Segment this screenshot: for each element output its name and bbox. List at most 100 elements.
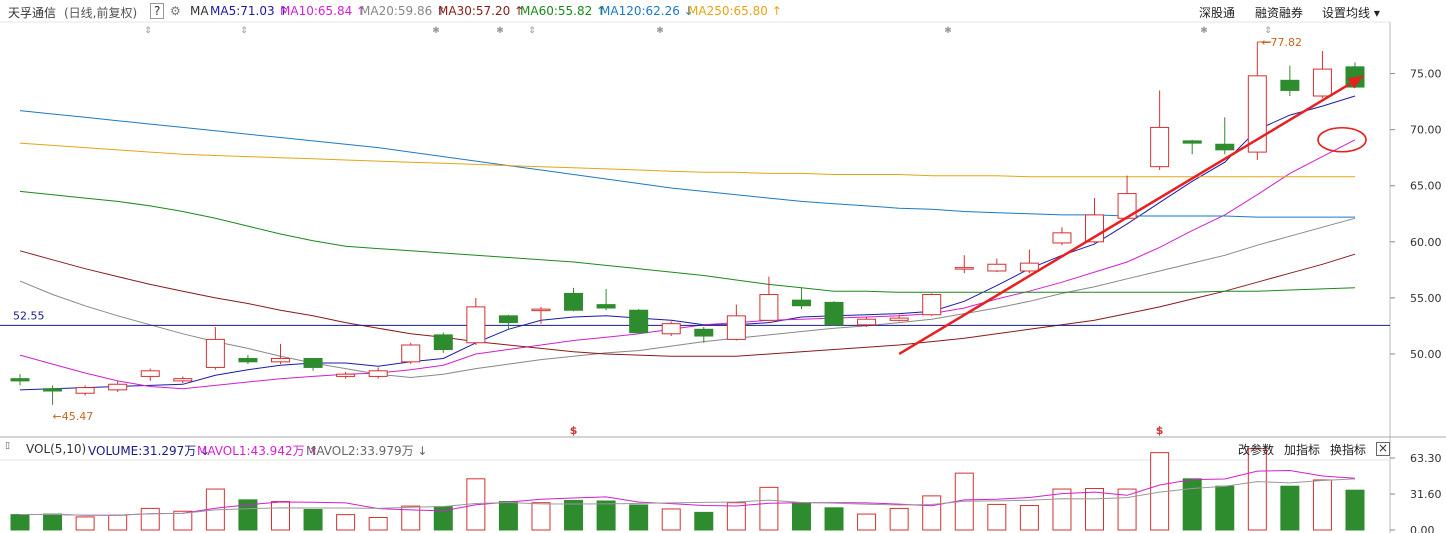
candle-body [75, 387, 95, 394]
volume-bar [1312, 479, 1332, 531]
volume-bar [1052, 488, 1072, 531]
volume-bar [889, 507, 909, 531]
volume-bar [824, 507, 844, 531]
volume-bar [43, 513, 63, 531]
volume-header: ▯ VOL(5,10) VOLUME:31.297万 ↓ MAVOL1:43.9… [0, 438, 1446, 460]
volume-bar [1215, 485, 1235, 531]
candle [336, 371, 356, 379]
info-marker: ⇕ [1264, 26, 1272, 36]
candle-body [401, 344, 421, 363]
candle-body [987, 263, 1007, 272]
change-params-button[interactable]: 改参数 [1238, 441, 1274, 458]
candle [726, 304, 746, 341]
switch-indicator-button[interactable]: 换指标 [1330, 441, 1366, 458]
volume-bar [791, 502, 811, 531]
candle-body [824, 301, 844, 326]
volume-bar [922, 495, 942, 531]
info-marker: ✱ [496, 26, 504, 36]
candle [564, 287, 584, 312]
volume-bar [564, 499, 584, 531]
candle-body [531, 308, 551, 312]
candle-body [1280, 79, 1300, 91]
candle [922, 293, 942, 316]
volume-bar [1019, 505, 1039, 531]
price-tick-label: 60.00 [1410, 236, 1442, 249]
candle [1150, 90, 1170, 171]
price-tick-label: 55.00 [1410, 292, 1442, 305]
mavol2-text: MAVOL2:33.979万 [306, 444, 414, 458]
candle-body [596, 304, 616, 309]
candle-body [466, 306, 486, 344]
candle-body [205, 338, 225, 368]
volume-bar [759, 486, 779, 531]
candle [108, 380, 128, 393]
candle-body [498, 315, 518, 324]
candle-body [1052, 232, 1072, 244]
candle [694, 327, 714, 343]
candle-body [857, 318, 877, 326]
mavol1-text: MAVOL1:43.942万 [197, 444, 305, 458]
candle-body [791, 299, 811, 307]
candle [661, 321, 681, 337]
high-label: ←77.82 [1261, 36, 1302, 49]
candles [10, 41, 1365, 405]
candle [629, 309, 649, 334]
candle [10, 374, 30, 386]
candle [303, 357, 323, 371]
info-marker: ✱ [1200, 26, 1208, 36]
annotations: ←77.82 ←45.47 $ $ [53, 36, 1367, 437]
info-marker: ⇕ [144, 26, 152, 36]
vol-value: VOLUME:31.297万 ↓ [88, 444, 211, 458]
volume-tick-label: 31.60 [1410, 488, 1442, 501]
candle-body [661, 323, 681, 335]
reference-price-label: 52.55 [13, 309, 45, 322]
candle [238, 355, 258, 365]
volume-bar [75, 516, 95, 531]
event-marker: $ [1156, 424, 1164, 437]
price-axis: 75.0070.0065.0060.0055.0050.0063.3031.60… [1390, 68, 1442, 533]
candle-body [108, 383, 128, 391]
volume-bar [694, 511, 714, 531]
candle-body [564, 292, 584, 311]
volume-bar [661, 508, 681, 531]
price-tick-label: 50.00 [1410, 348, 1442, 361]
candle-body [889, 317, 909, 321]
candle [791, 287, 811, 310]
candle-body [303, 357, 323, 368]
volume-bar [1345, 489, 1365, 531]
add-indicator-button[interactable]: 加指标 [1284, 441, 1320, 458]
candle-body [10, 378, 30, 382]
volume-bar [987, 503, 1007, 531]
volume-bar [726, 502, 746, 531]
candle-body [1019, 262, 1039, 272]
volume-bar [1085, 487, 1105, 531]
candle [596, 288, 616, 311]
candle-body [1150, 126, 1170, 168]
candle [1280, 65, 1300, 97]
candle [368, 367, 388, 379]
collapse-icon[interactable]: ▯ [5, 441, 10, 451]
volume-bar [368, 516, 388, 531]
candle [1312, 51, 1332, 99]
volume-bar [498, 501, 518, 531]
candle-body [238, 357, 258, 363]
candle [1182, 139, 1202, 155]
candle [140, 368, 160, 381]
volume-bar [140, 507, 160, 531]
close-icon[interactable]: × [1376, 442, 1390, 456]
candle-body [1312, 68, 1332, 97]
candle-body [726, 315, 746, 340]
volume-bar [108, 514, 128, 531]
volume-bar [270, 501, 290, 531]
candle [43, 385, 63, 405]
candle [1215, 117, 1235, 155]
price-tick-label: 75.00 [1410, 68, 1442, 81]
vol-label: VOL(5,10) [26, 442, 87, 456]
volume-bars [10, 448, 1365, 531]
volume-tick-label: 0.00 [1410, 524, 1435, 533]
candle [433, 332, 453, 353]
ma-line-ma60 [19, 190, 1356, 293]
volume-bar [1182, 478, 1202, 531]
mavol1-value: MAVOL1:43.942万 ↑ [197, 444, 319, 458]
info-marker: ✱ [656, 26, 664, 36]
